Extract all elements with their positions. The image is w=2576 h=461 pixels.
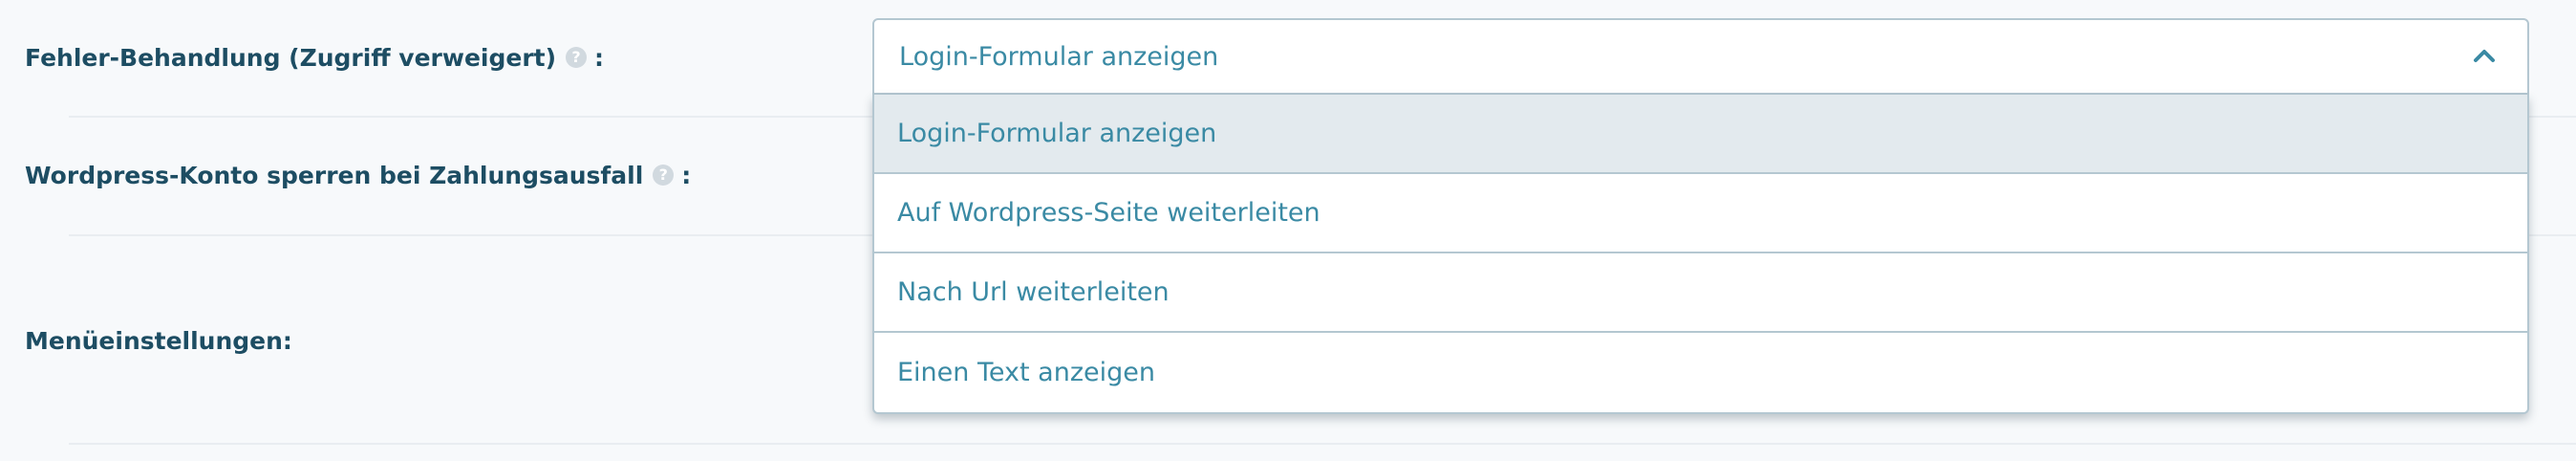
setting-label-error-handling: Fehler-Behandlung (Zugriff verweigert) ?… <box>25 38 604 77</box>
error-handling-select[interactable]: Login-Formular anzeigen <box>872 18 2529 95</box>
dropdown-option-redirect-page[interactable]: Auf Wordpress-Seite weiterleiten <box>874 174 2527 253</box>
setting-label-text: Menüeinstellungen: <box>25 326 292 355</box>
select-dropdown-menu: Login-Formular anzeigen Auf Wordpress-Se… <box>872 95 2529 414</box>
chevron-up-icon[interactable] <box>2462 34 2506 78</box>
question-circle-icon[interactable]: ? <box>653 165 675 186</box>
dropdown-option-login-form[interactable]: Login-Formular anzeigen <box>874 95 2527 174</box>
question-circle-icon[interactable]: ? <box>566 47 588 68</box>
select-current-value: Login-Formular anzeigen <box>899 41 1219 72</box>
setting-label-text: Wordpress-Konto sperren bei Zahlungsausf… <box>25 161 644 189</box>
dropdown-option-redirect-url[interactable]: Nach Url weiterleiten <box>874 253 2527 333</box>
row-divider <box>69 443 2576 445</box>
dropdown-option-show-text[interactable]: Einen Text anzeigen <box>874 333 2527 412</box>
setting-label-colon: : <box>594 43 605 72</box>
setting-label-menu-settings: Menüeinstellungen: <box>25 321 292 360</box>
setting-label-lock-account: Wordpress-Konto sperren bei Zahlungsausf… <box>25 156 691 194</box>
setting-label-text: Fehler-Behandlung (Zugriff verweigert) <box>25 43 557 72</box>
setting-label-colon: : <box>681 161 692 189</box>
